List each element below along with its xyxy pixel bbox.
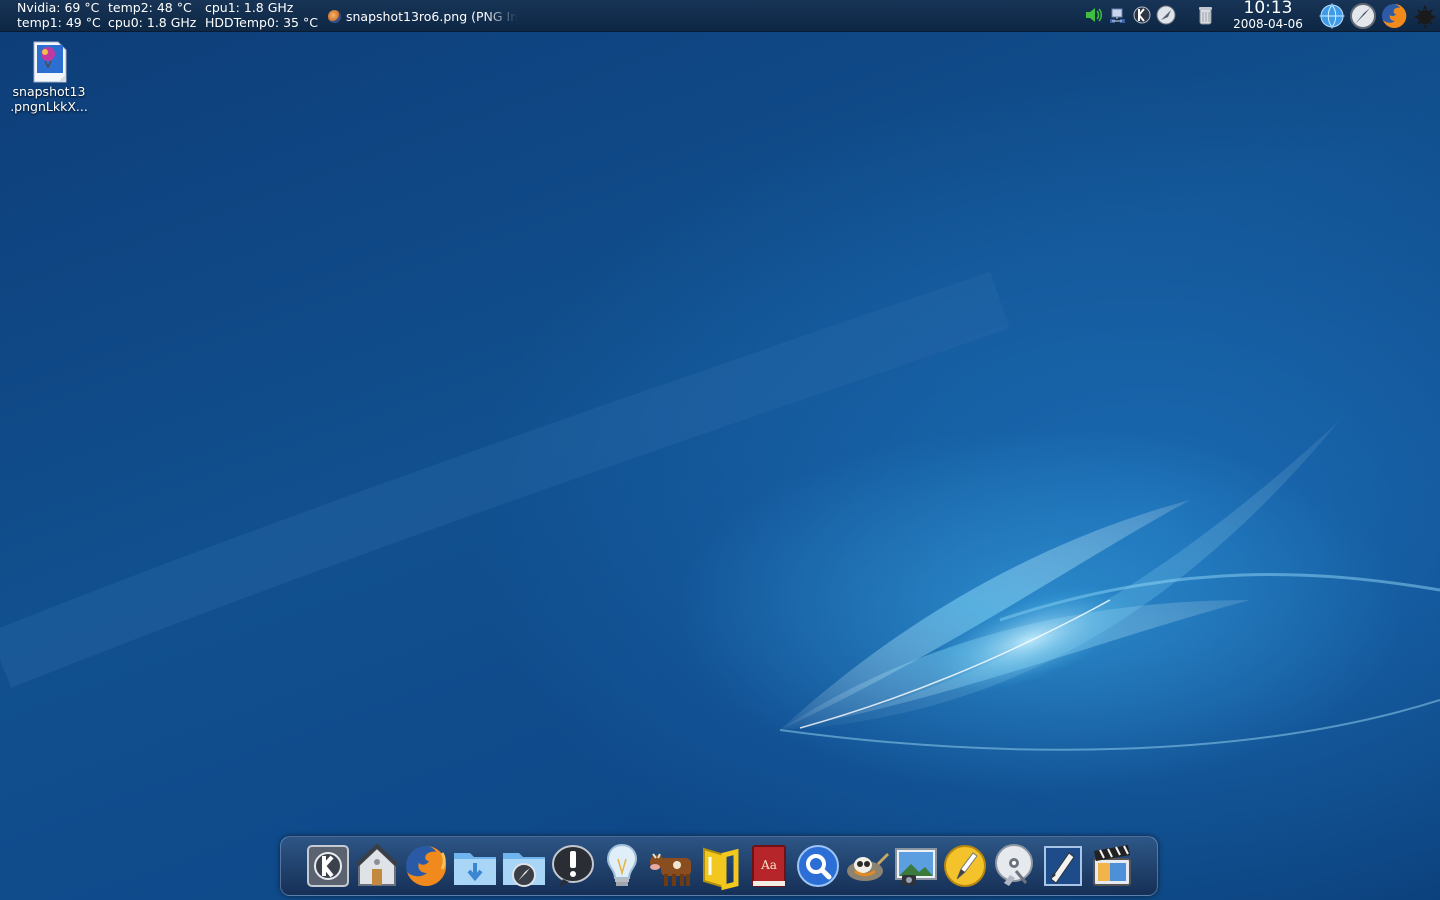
dictionary-icon[interactable]: Aa [745, 841, 793, 891]
firefox-icon[interactable] [402, 841, 450, 891]
video-icon[interactable] [1088, 841, 1136, 891]
taskbar-item[interactable]: snapshot13ro6.png (PNG In [328, 7, 524, 25]
photo-viewer-icon[interactable] [892, 841, 940, 891]
wallpaper-art [0, 271, 1440, 751]
firefox-icon[interactable] [1380, 2, 1408, 30]
desktop-file-name-line2: .pngnLkkX... [10, 99, 88, 114]
clock-date[interactable]: 2008-04-06 [1226, 17, 1310, 31]
trash-icon[interactable] [1195, 4, 1215, 26]
desktop[interactable]: Nvidia: 69 °C temp1: 49 °C temp2: 48 °C … [0, 0, 1440, 900]
lightbulb-icon[interactable] [598, 841, 646, 891]
applications-folder-icon[interactable] [500, 841, 548, 891]
firefox-icon [328, 10, 341, 23]
gimp-icon[interactable] [843, 841, 891, 891]
sensor-cpu1: cpu1: 1.8 GHz [205, 0, 294, 15]
desktop-file-icon[interactable]: snapshot13 .pngnLkkX... [6, 40, 92, 114]
clock-time[interactable]: 10:13 [1226, 0, 1310, 17]
image-file-icon [33, 41, 67, 83]
text-editor-icon[interactable] [1039, 841, 1087, 891]
kde-klipper-icon[interactable] [1132, 4, 1152, 26]
gear-icon[interactable] [1411, 2, 1439, 30]
notification-icon[interactable] [549, 841, 597, 891]
network-icon[interactable] [1108, 4, 1128, 26]
compass-icon[interactable] [1156, 4, 1176, 26]
downloads-folder-icon[interactable] [451, 841, 499, 891]
taskbar-item-label: snapshot13ro6.png (PNG In [346, 8, 519, 24]
sensor-nvidia: Nvidia: 69 °C [17, 0, 100, 15]
office-icon[interactable] [696, 841, 744, 891]
desktop-file-name-line1: snapshot13 [12, 84, 86, 99]
sensor-column-1: Nvidia: 69 °C temp1: 49 °C [17, 0, 101, 30]
sensor-column-3: cpu1: 1.8 GHz HDDTemp0: 35 °C [205, 0, 318, 30]
svg-text:Aa: Aa [760, 858, 777, 872]
disc-icon[interactable] [990, 841, 1038, 891]
top-panel: Nvidia: 69 °C temp1: 49 °C temp2: 48 °C … [0, 0, 1440, 32]
home-icon[interactable] [353, 841, 401, 891]
search-icon[interactable] [794, 841, 842, 891]
cow-icon[interactable] [647, 841, 695, 891]
pencil-icon[interactable] [941, 841, 989, 891]
sensor-temp2: temp2: 48 °C [108, 0, 192, 15]
sensor-cpu0: cpu0: 1.8 GHz [108, 15, 197, 30]
dock: Aa [280, 836, 1158, 896]
compass-icon[interactable] [1349, 2, 1377, 30]
sensor-temp1: temp1: 49 °C [17, 15, 101, 30]
sensor-column-2: temp2: 48 °C cpu0: 1.8 GHz [108, 0, 196, 30]
volume-icon[interactable] [1084, 4, 1104, 26]
sensor-hddtemp0: HDDTemp0: 35 °C [205, 15, 318, 30]
kde-menu-icon[interactable] [304, 841, 352, 891]
globe-icon[interactable] [1318, 2, 1346, 30]
